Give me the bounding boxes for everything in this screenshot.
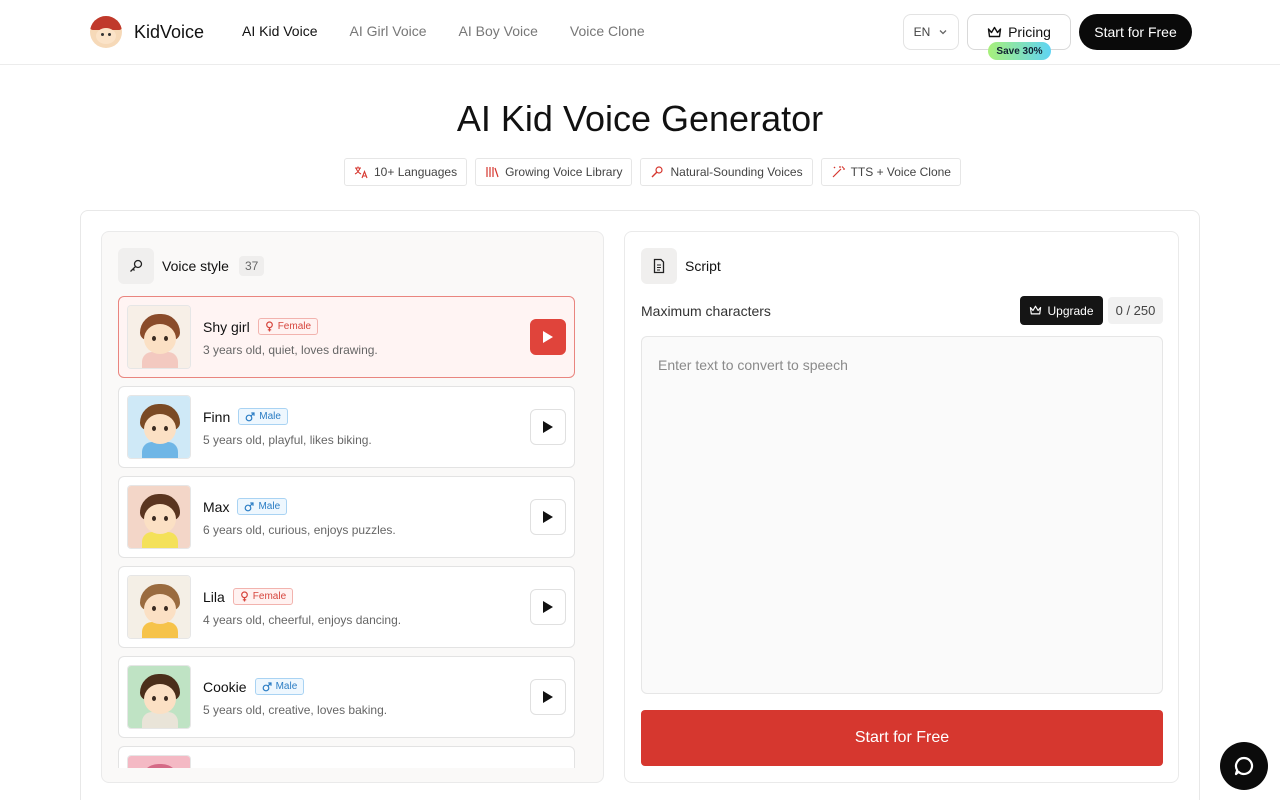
- play-icon: [543, 421, 553, 433]
- nav-ai-boy-voice[interactable]: AI Boy Voice: [459, 23, 538, 39]
- voice-name: Finn: [203, 408, 231, 425]
- nav-ai-kid-voice[interactable]: AI Kid Voice: [242, 23, 318, 39]
- female-icon: [265, 321, 273, 332]
- translate-icon: [354, 166, 368, 179]
- voice-avatar: [127, 485, 191, 549]
- voice-avatar: [127, 395, 191, 459]
- max-characters-label: Maximum characters: [641, 303, 771, 319]
- play-icon: [543, 331, 553, 343]
- feature-badges: 10+ Languages Growing Voice Library Natu…: [344, 158, 961, 186]
- voice-name-row: Finn Male: [203, 408, 288, 425]
- voice-item[interactable]: [118, 746, 575, 768]
- voice-avatar: [127, 575, 191, 639]
- script-panel: Script Maximum characters Upgrade 0 / 25…: [624, 231, 1179, 783]
- female-icon: [240, 591, 248, 602]
- page-title: AI Kid Voice Generator: [456, 98, 824, 139]
- voice-item[interactable]: Shy girl Female 3 years old, quiet, loves …: [118, 296, 575, 378]
- voice-name-row: Lila Female: [203, 588, 294, 605]
- crown-icon: [987, 26, 1002, 37]
- magic-wand-icon: [832, 166, 845, 178]
- voice-list[interactable]: Shy girl Female 3 years old, quiet, loves …: [118, 296, 576, 768]
- voice-description: 3 years old, quiet, loves drawing.: [203, 343, 378, 357]
- script-textarea[interactable]: [641, 336, 1163, 694]
- microphone-icon: [130, 259, 143, 272]
- language-selector[interactable]: EN: [903, 14, 959, 50]
- logo-text: KidVoice: [134, 21, 205, 42]
- voice-description: 5 years old, creative, loves baking.: [203, 703, 388, 717]
- gender-tag: Male: [254, 678, 305, 695]
- nav-ai-girl-voice[interactable]: AI Girl Voice: [350, 23, 427, 39]
- gender-tag: Female: [232, 588, 294, 605]
- voice-name: Max: [203, 498, 230, 515]
- gender-tag: Male: [237, 498, 288, 515]
- feature-badge-tts-clone: TTS + Voice Clone: [820, 158, 961, 186]
- upgrade-button[interactable]: Upgrade: [1020, 296, 1103, 325]
- document-icon: [653, 258, 665, 274]
- gender-tag: Female: [257, 318, 319, 335]
- voice-style-title: Voice style: [162, 258, 229, 274]
- logo-icon: [90, 16, 122, 48]
- voice-description: 4 years old, cheerful, enjoys dancing.: [203, 613, 402, 627]
- main-nav: AI Kid Voice AI Girl Voice AI Boy Voice …: [242, 23, 645, 39]
- play-button[interactable]: [530, 409, 566, 445]
- chevron-down-icon: [939, 30, 947, 35]
- character-counter: 0 / 250: [1108, 297, 1163, 324]
- voice-name-row: Shy girl Female: [203, 318, 319, 335]
- voice-item[interactable]: Lila Female 4 years old, cheerful, enjoys …: [118, 566, 575, 648]
- voice-item[interactable]: Finn Male 5 years old, playful, likes biki…: [118, 386, 575, 468]
- play-icon: [543, 601, 553, 613]
- script-icon-box: [641, 248, 677, 284]
- voice-name-row: Cookie Male: [203, 678, 305, 695]
- play-icon: [543, 511, 553, 523]
- voice-name: Shy girl: [203, 318, 250, 335]
- voice-description: 5 years old, playful, likes biking.: [203, 433, 372, 447]
- generate-start-button[interactable]: Start for Free: [641, 710, 1163, 766]
- play-button[interactable]: [530, 319, 566, 355]
- script-title: Script: [685, 258, 721, 274]
- voice-avatar: [127, 305, 191, 369]
- voice-style-panel: Voice style 37 Shy girl Female 3 years old…: [101, 231, 604, 783]
- voice-count-badge: 37: [238, 256, 265, 276]
- play-button[interactable]: [530, 589, 566, 625]
- pricing-label: Pricing: [1008, 24, 1051, 40]
- feature-badge-languages: 10+ Languages: [344, 158, 468, 186]
- voice-avatar: [127, 755, 191, 768]
- language-label: EN: [913, 25, 931, 39]
- save-badge: Save 30%: [988, 42, 1051, 60]
- start-for-free-button[interactable]: Start for Free: [1079, 14, 1192, 50]
- male-icon: [245, 501, 255, 511]
- voice-item[interactable]: Cookie Male 5 years old, creative, loves b…: [118, 656, 575, 738]
- voice-description: 6 years old, curious, enjoys puzzles.: [203, 523, 396, 537]
- voice-name-row: Max Male: [203, 498, 288, 515]
- play-button[interactable]: [530, 499, 566, 535]
- voice-item[interactable]: Max Male 6 years old, curious, enjoys puzz…: [118, 476, 575, 558]
- crown-icon: [1030, 305, 1042, 315]
- play-icon: [543, 691, 553, 703]
- library-icon: [486, 167, 499, 178]
- play-button[interactable]: [530, 679, 566, 715]
- voice-name: Lila: [203, 588, 225, 605]
- chat-bubble-icon: [1234, 756, 1254, 776]
- microphone-icon: [651, 166, 664, 178]
- male-icon: [245, 411, 255, 421]
- feature-badge-natural: Natural-Sounding Voices: [640, 158, 813, 186]
- top-navbar: KidVoice AI Kid Voice AI Girl Voice AI B…: [0, 0, 1280, 65]
- chat-support-button[interactable]: [1220, 742, 1268, 790]
- nav-voice-clone[interactable]: Voice Clone: [570, 23, 645, 39]
- logo[interactable]: KidVoice: [90, 16, 204, 48]
- male-icon: [262, 681, 272, 691]
- voice-avatar: [127, 665, 191, 729]
- script-header: Script: [641, 248, 721, 284]
- feature-badge-library: Growing Voice Library: [475, 158, 633, 186]
- voice-style-icon-box: [118, 248, 154, 284]
- voice-style-header: Voice style 37: [118, 248, 265, 284]
- voice-name: Cookie: [203, 678, 247, 695]
- gender-tag: Male: [238, 408, 288, 425]
